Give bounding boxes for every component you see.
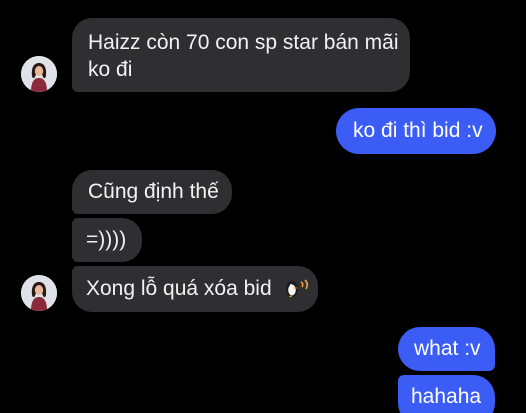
chat-thread: Haizz còn 70 con sp star bán mãi ko đi k…: [0, 0, 526, 413]
outgoing-message-bubble[interactable]: hahaha: [398, 375, 495, 413]
message-text: Haizz còn 70 con sp star bán mãi: [88, 31, 399, 54]
incoming-message-bubble[interactable]: Cũng định thế: [72, 170, 232, 214]
message-text: ko đi: [88, 58, 133, 81]
message-text: Xong lỗ quá xóa bid: [86, 277, 272, 300]
outgoing-message-bubble[interactable]: what :v: [398, 327, 495, 371]
outgoing-message-bubble[interactable]: ko đi thì bid :v: [336, 108, 496, 154]
avatar-photo-icon: [21, 275, 57, 311]
incoming-message-bubble[interactable]: Haizz còn 70 con sp star bán mãi ko đi: [72, 18, 410, 92]
message-text: Cũng định thế: [88, 180, 219, 203]
message-text: =)))): [86, 228, 127, 251]
incoming-message-bubble[interactable]: Xong lỗ quá xóa bid: [72, 266, 318, 312]
penguin-sticker-icon: [282, 278, 310, 305]
contact-avatar[interactable]: [21, 56, 57, 92]
message-text: hahaha: [411, 385, 482, 408]
incoming-message-bubble[interactable]: =)))): [72, 218, 142, 262]
contact-avatar[interactable]: [21, 275, 57, 311]
message-text: ko đi thì bid :v: [353, 119, 483, 142]
avatar-photo-icon: [21, 56, 57, 92]
message-text: what :v: [414, 337, 481, 360]
